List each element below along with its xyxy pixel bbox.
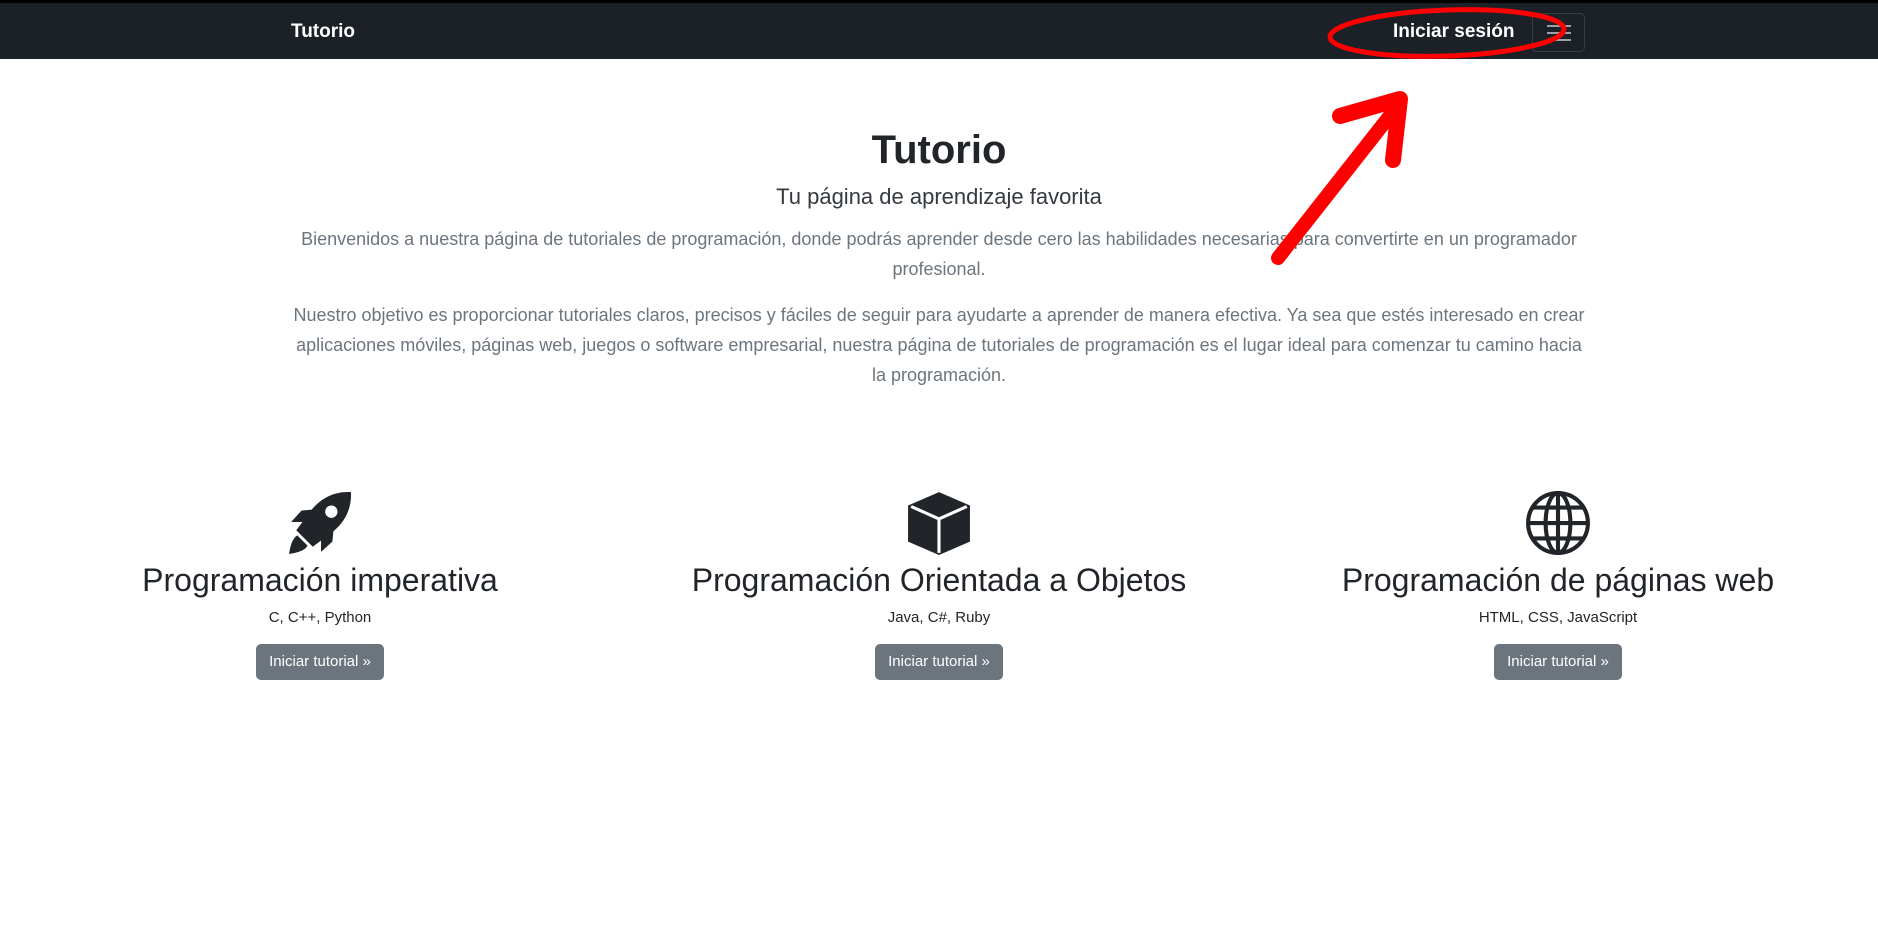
- page-title: Tutorio: [871, 128, 1007, 172]
- page: Tutorio Iniciar sesión Tutorio Tu página…: [0, 0, 1878, 945]
- navbar-brand[interactable]: Tutorio: [291, 21, 355, 43]
- feature-title: Programación de páginas web: [1341, 562, 1775, 598]
- page-subtitle: Tu página de aprendizaje favorita: [776, 184, 1102, 209]
- feature-oop: Programación Orientada a Objetos Java, C…: [629, 490, 1249, 680]
- feature-languages: C, C++, Python: [268, 609, 372, 626]
- hero-section: Tutorio Tu página de aprendizaje favorit…: [0, 120, 1878, 390]
- start-tutorial-button[interactable]: Iniciar tutorial »: [1494, 644, 1622, 680]
- intro-paragraph: Bienvenidos a nuestra página de tutorial…: [301, 229, 1577, 279]
- login-link[interactable]: Iniciar sesión: [1393, 21, 1514, 43]
- start-tutorial-button[interactable]: Iniciar tutorial »: [875, 644, 1003, 680]
- features-section: Programación imperativa C, C++, Python I…: [0, 490, 1878, 690]
- navbar: Tutorio Iniciar sesión: [0, 0, 1878, 59]
- feature-languages: Java, C#, Ruby: [887, 609, 991, 626]
- feature-title: Programación Orientada a Objetos: [691, 562, 1187, 598]
- feature-title: Programación imperativa: [142, 562, 498, 598]
- navbar-toggler-button[interactable]: [1532, 13, 1585, 52]
- rocket-icon: [287, 490, 353, 556]
- box-icon: [906, 490, 972, 556]
- feature-languages: HTML, CSS, JavaScript: [1478, 609, 1638, 626]
- intro-paragraph: Nuestro objetivo es proporcionar tutoria…: [293, 305, 1585, 385]
- feature-web: Programación de páginas web HTML, CSS, J…: [1248, 490, 1868, 680]
- feature-imperative: Programación imperativa C, C++, Python I…: [10, 490, 630, 680]
- start-tutorial-button[interactable]: Iniciar tutorial »: [256, 644, 384, 680]
- globe-icon: [1525, 490, 1591, 556]
